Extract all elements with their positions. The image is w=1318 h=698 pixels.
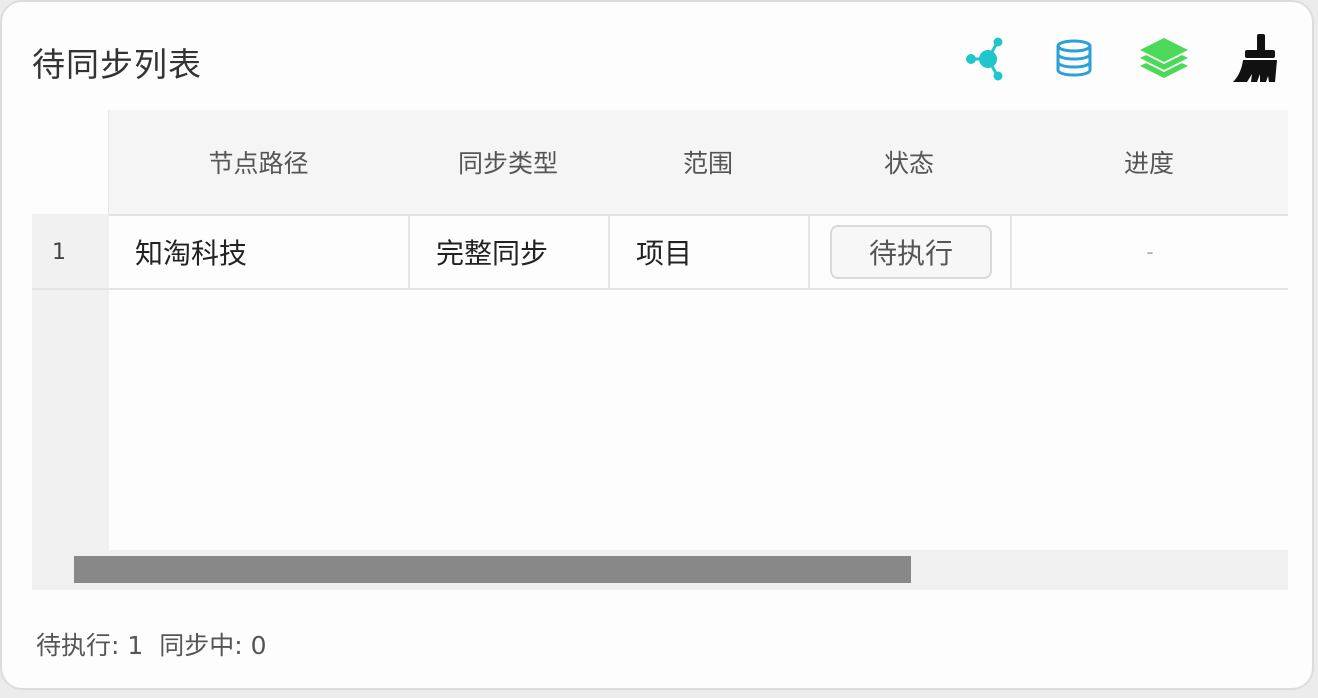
database-button[interactable] [1046,30,1102,86]
network-button[interactable] [958,30,1014,86]
panel-title: 待同步列表 [32,45,202,84]
column-header-status[interactable]: 状态 [808,110,1010,214]
table-row[interactable]: 1 知淘科技 完整同步 项目 待执行 - [32,216,1288,290]
syncing-count: 同步中: 0 [159,631,267,660]
pending-count: 待执行: 1 [36,631,144,660]
column-header-sync-type[interactable]: 同步类型 [408,110,608,214]
sync-queue-panel: 待同步列表 节点路径 同步类型 范围 状态 进度 1 知淘科技 完整同步 项目 … [0,0,1314,690]
cell-progress: - [1010,216,1288,288]
clean-button[interactable] [1226,30,1282,86]
sync-table: 节点路径 同步类型 范围 状态 进度 1 知淘科技 完整同步 项目 待执行 - [32,110,1288,590]
cell-status: 待执行 [808,216,1010,288]
status-badge[interactable]: 待执行 [830,225,992,279]
network-icon [966,37,1003,81]
row-number-header [32,110,109,214]
horizontal-scrollbar[interactable] [32,550,1288,590]
broom-icon [1233,34,1277,82]
layers-button[interactable] [1136,30,1192,86]
status-footer: 待执行: 1 同步中: 0 [36,626,267,662]
scrollbar-thumb[interactable] [74,556,911,583]
column-header-progress[interactable]: 进度 [1010,110,1288,214]
database-icon [1056,39,1092,77]
cell-scope[interactable]: 项目 [608,216,808,288]
table-header: 节点路径 同步类型 范围 状态 进度 [109,110,1288,216]
cell-sync-type[interactable]: 完整同步 [408,216,608,288]
column-header-path[interactable]: 节点路径 [109,110,408,214]
column-header-scope[interactable]: 范围 [608,110,808,214]
table-empty-area [109,290,1288,550]
cell-path[interactable]: 知淘科技 [109,216,408,288]
layers-icon [1140,38,1188,78]
row-number: 1 [32,216,109,288]
